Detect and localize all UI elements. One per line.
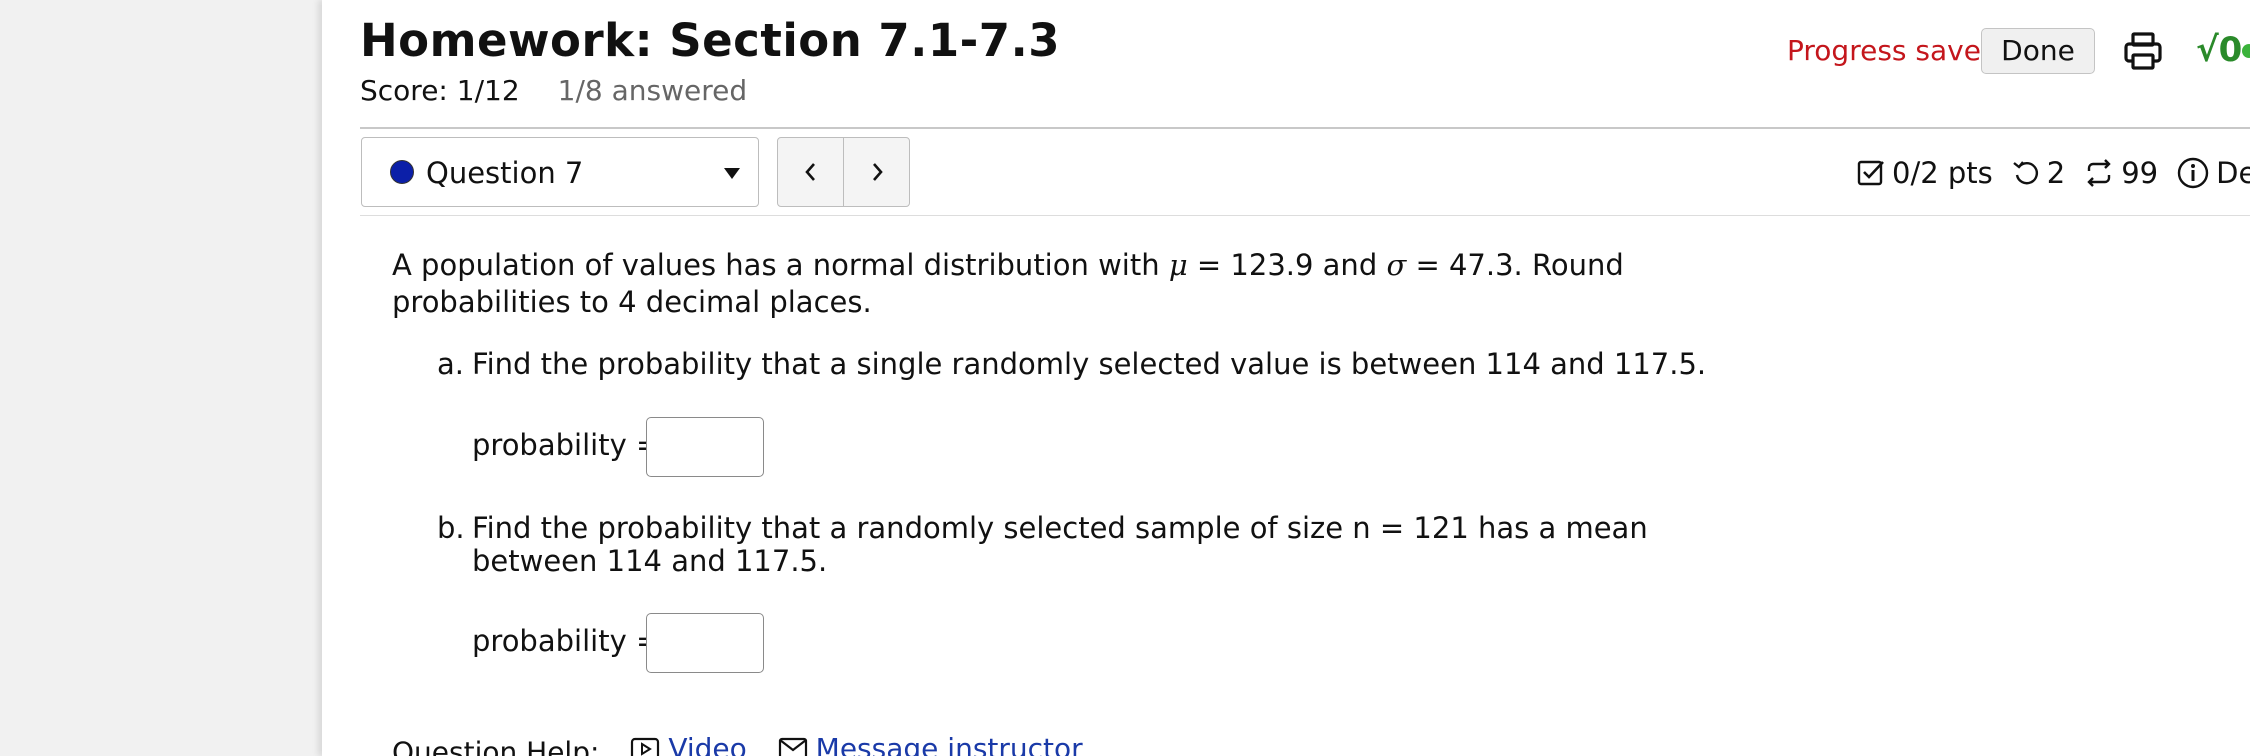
video-icon bbox=[631, 737, 660, 756]
part-b-text: Find the probability that a randomly sel… bbox=[472, 511, 1648, 578]
retries-value: 2 bbox=[2046, 156, 2066, 190]
video-label: Video bbox=[668, 732, 747, 756]
math-input-indicator[interactable]: √0 bbox=[2196, 30, 2242, 70]
part-b-marker: b. bbox=[437, 511, 465, 545]
previous-question-button[interactable] bbox=[777, 137, 844, 207]
question-stats: 0/2 pts 2 99 Det bbox=[1856, 156, 2250, 190]
answered-count: 1/8 answered bbox=[557, 74, 748, 107]
message-instructor-link[interactable]: Message instructor bbox=[778, 732, 1083, 756]
attempts-icon bbox=[2083, 158, 2115, 188]
question-intro: A population of values has a normal dist… bbox=[392, 247, 1782, 321]
header-divider bbox=[360, 127, 2250, 129]
status-dot-icon bbox=[2242, 44, 2250, 58]
mu-value: = 123.9 and bbox=[1196, 248, 1378, 282]
next-question-button[interactable] bbox=[843, 137, 910, 207]
chevron-left-icon bbox=[804, 163, 815, 181]
caret-down-icon bbox=[724, 168, 740, 179]
part-b-probability-label: probability = bbox=[472, 624, 661, 658]
homework-panel: Homework: Section 7.1-7.3 Score: 1/12 1/8… bbox=[322, 0, 2250, 756]
part-a-text: Find the probability that a single rando… bbox=[472, 347, 1707, 381]
question-status-dot-icon bbox=[390, 160, 414, 184]
question-help: Question Help: Video Message instructor bbox=[392, 732, 1083, 756]
part-a-marker: a. bbox=[437, 347, 464, 381]
details-link[interactable]: Det bbox=[2216, 156, 2250, 190]
done-button[interactable]: Done bbox=[1981, 28, 2095, 74]
chevron-right-icon bbox=[872, 163, 883, 181]
left-gutter bbox=[0, 0, 322, 756]
checkbox-icon bbox=[1856, 158, 1886, 188]
message-instructor-label: Message instructor bbox=[815, 732, 1083, 756]
mail-icon bbox=[778, 737, 807, 756]
intro-text: A population of values has a normal dist… bbox=[392, 248, 1160, 282]
part-b-probability-input[interactable] bbox=[646, 613, 764, 673]
progress-status: Progress saved bbox=[1787, 34, 1999, 67]
sigma-symbol: σ bbox=[1386, 248, 1407, 282]
score-row: Score: 1/12 1/8 answered bbox=[360, 74, 747, 107]
attempts-value: 99 bbox=[2121, 156, 2159, 190]
points-value: 0/2 pts bbox=[1892, 156, 1993, 190]
page-title: Homework: Section 7.1-7.3 bbox=[360, 14, 1061, 67]
retry-icon bbox=[2011, 158, 2041, 188]
part-a-probability-input[interactable] bbox=[646, 417, 764, 477]
score-text: Score: 1/12 bbox=[360, 74, 520, 107]
question-select[interactable]: Question 7 bbox=[361, 137, 759, 207]
print-icon[interactable] bbox=[2122, 30, 2164, 76]
toolbar-divider bbox=[360, 215, 2250, 216]
info-icon[interactable] bbox=[2176, 156, 2210, 190]
part-a-probability-label: probability = bbox=[472, 428, 661, 462]
question-help-label: Question Help: bbox=[392, 735, 600, 756]
mu-symbol: μ bbox=[1168, 248, 1188, 282]
question-select-label: Question 7 bbox=[426, 156, 584, 190]
video-link[interactable]: Video bbox=[630, 732, 747, 756]
